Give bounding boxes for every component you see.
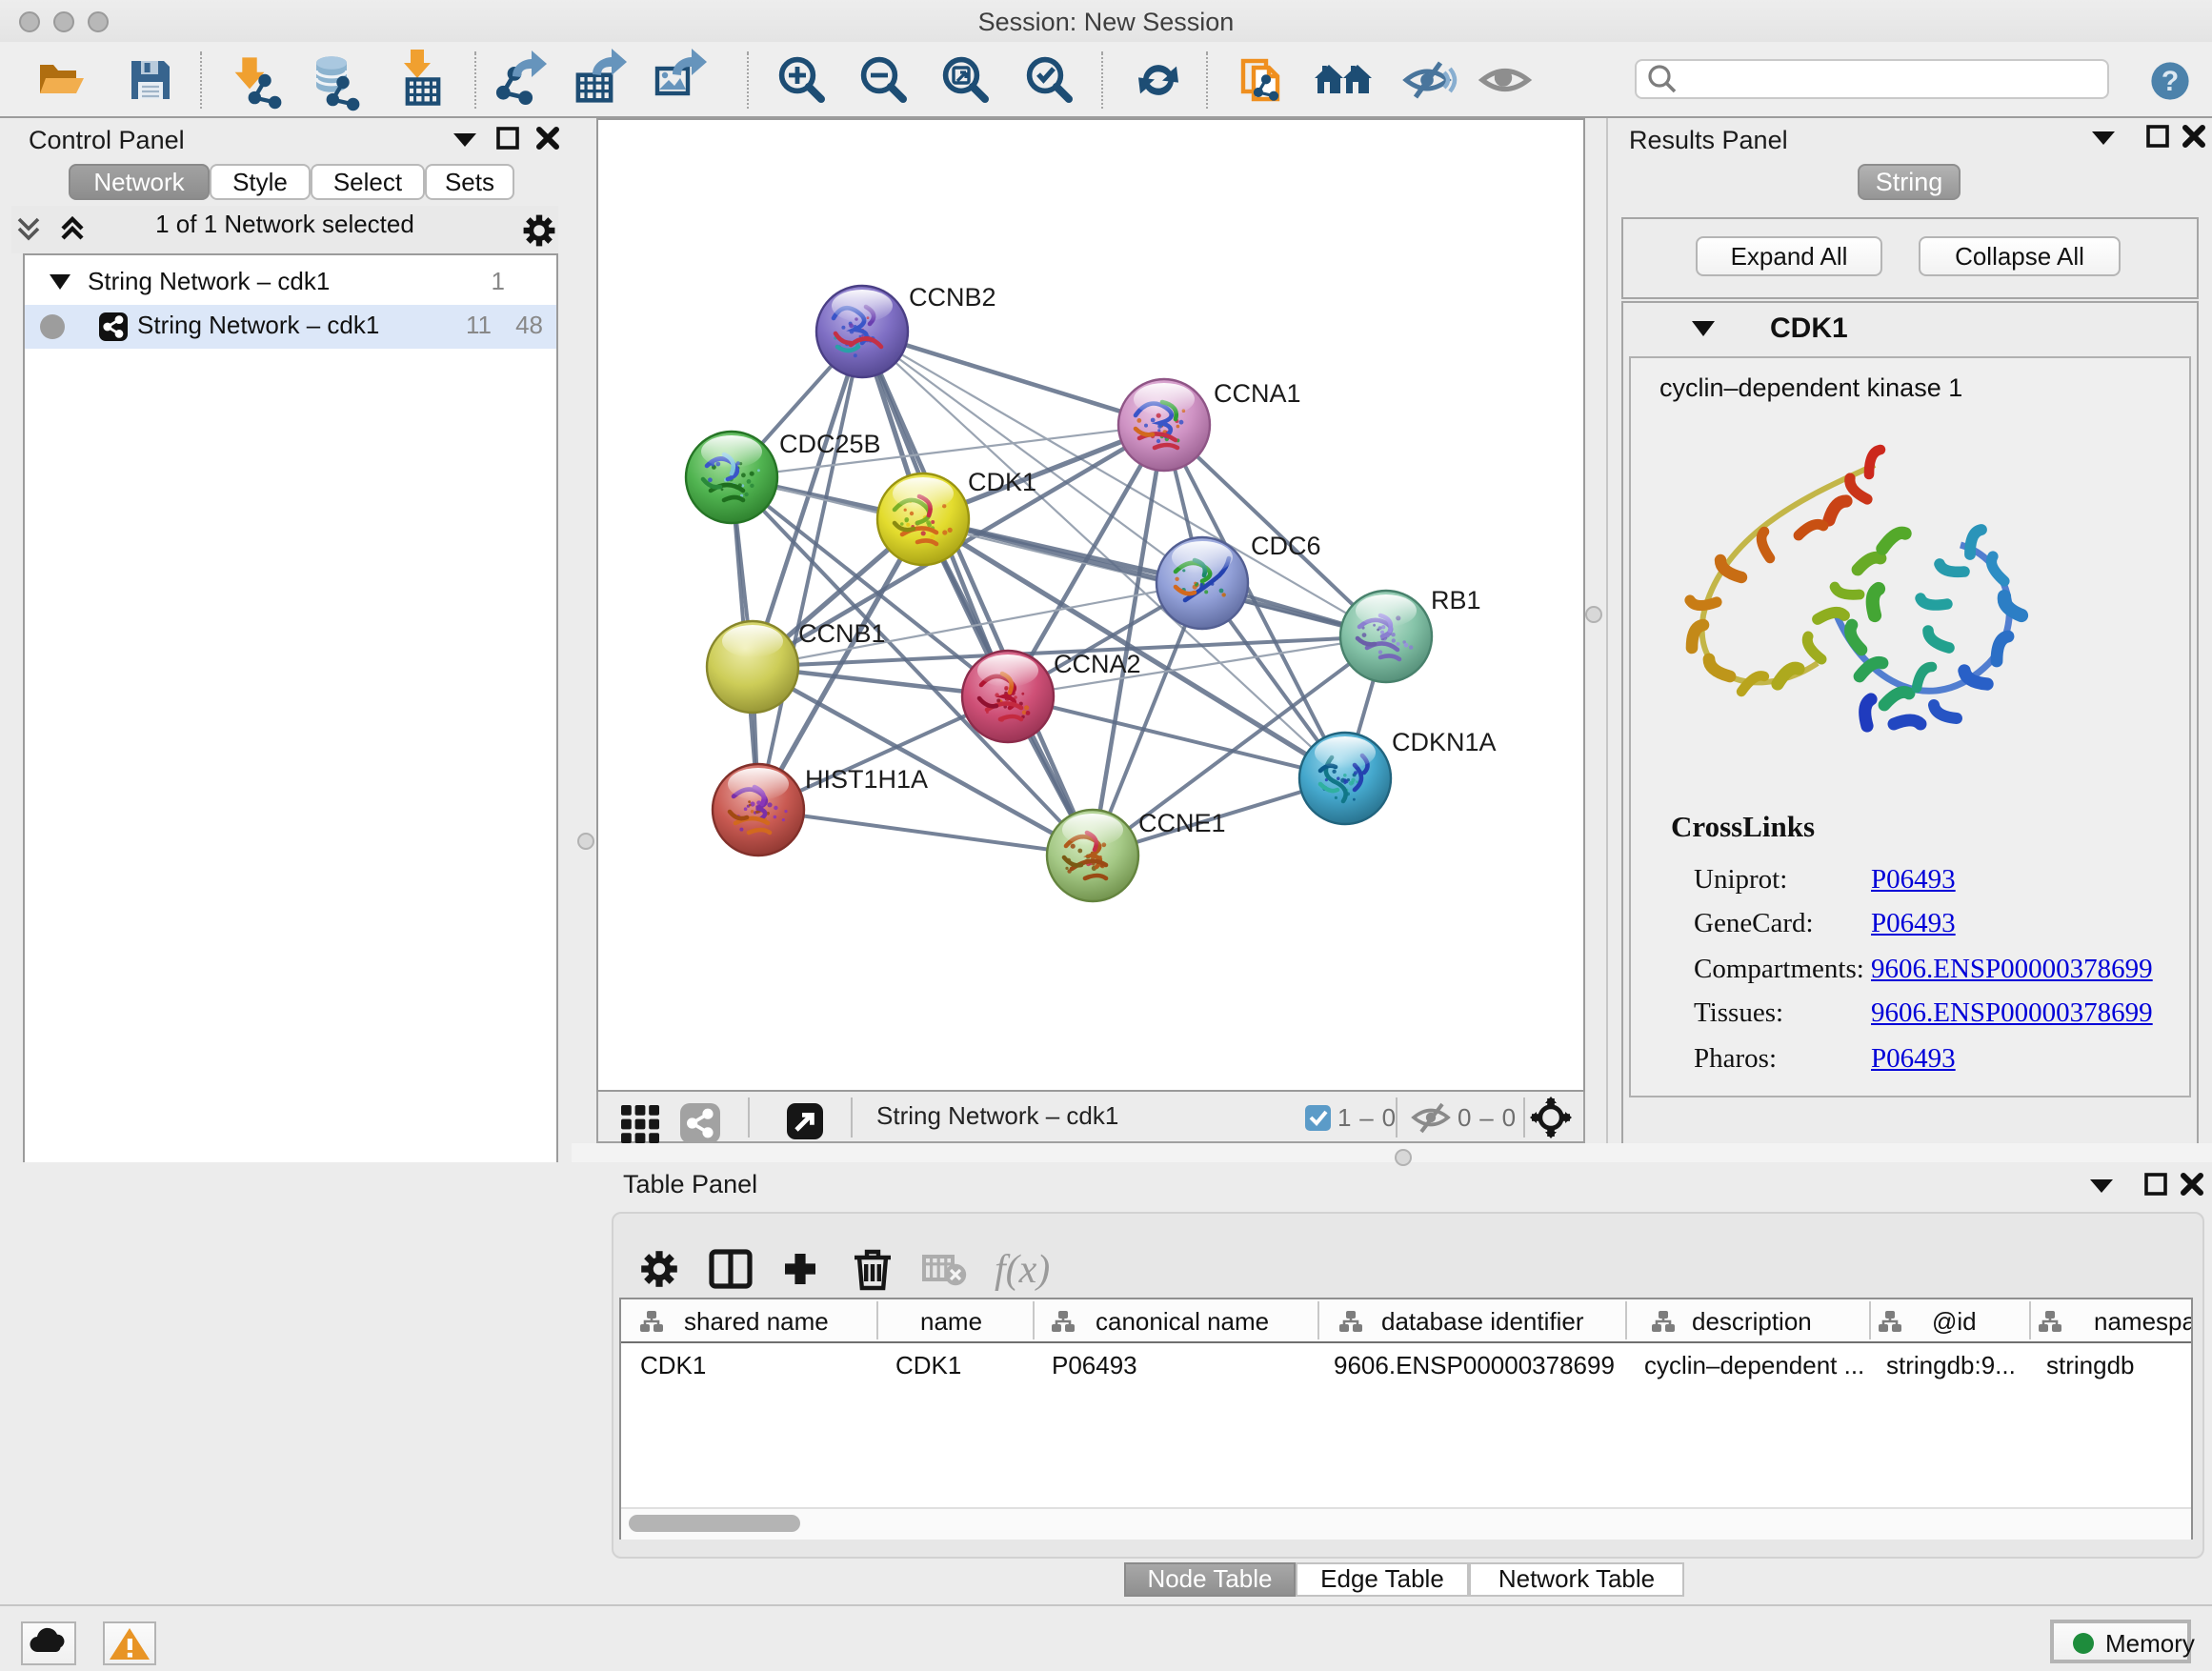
svg-text:name: name (920, 1307, 982, 1336)
svg-text:RB1: RB1 (1431, 586, 1481, 614)
svg-text:?: ? (2162, 66, 2179, 97)
svg-text:@id: @id (1932, 1307, 1977, 1336)
svg-text:CCNA2: CCNA2 (1054, 650, 1141, 678)
svg-text:database identifier: database identifier (1381, 1307, 1584, 1336)
svg-text:CDC6: CDC6 (1251, 532, 1321, 560)
svg-text:cyclin–dependent ...: cyclin–dependent ... (1644, 1351, 1864, 1379)
svg-text:CDK1: CDK1 (895, 1351, 961, 1379)
svg-text:HIST1H1A: HIST1H1A (805, 765, 928, 794)
svg-text:canonical name: canonical name (1096, 1307, 1269, 1336)
svg-text:1 – 0: 1 – 0 (1337, 1103, 1397, 1132)
svg-text:CCNE1: CCNE1 (1138, 809, 1226, 837)
svg-text:9606.ENSP00000378699: 9606.ENSP00000378699 (1334, 1351, 1615, 1379)
svg-text:CDK1: CDK1 (968, 468, 1036, 496)
svg-text:P06493: P06493 (1052, 1351, 1137, 1379)
svg-text:stringdb:9...: stringdb:9... (1886, 1351, 2016, 1379)
svg-text:CCNB2: CCNB2 (909, 283, 996, 312)
svg-text:CCNB1: CCNB1 (798, 619, 886, 648)
svg-text:description: description (1692, 1307, 1812, 1336)
svg-text:CDKN1A: CDKN1A (1392, 728, 1497, 756)
svg-text:shared name: shared name (684, 1307, 829, 1336)
svg-text:CDK1: CDK1 (640, 1351, 706, 1379)
svg-text:stringdb: stringdb (2046, 1351, 2135, 1379)
svg-text:0 – 0: 0 – 0 (1458, 1103, 1517, 1132)
svg-text:CDC25B: CDC25B (779, 430, 881, 458)
svg-text:f(x): f(x) (995, 1248, 1050, 1292)
svg-text:namespac: namespac (2094, 1307, 2191, 1336)
svg-text:CCNA1: CCNA1 (1214, 379, 1301, 408)
